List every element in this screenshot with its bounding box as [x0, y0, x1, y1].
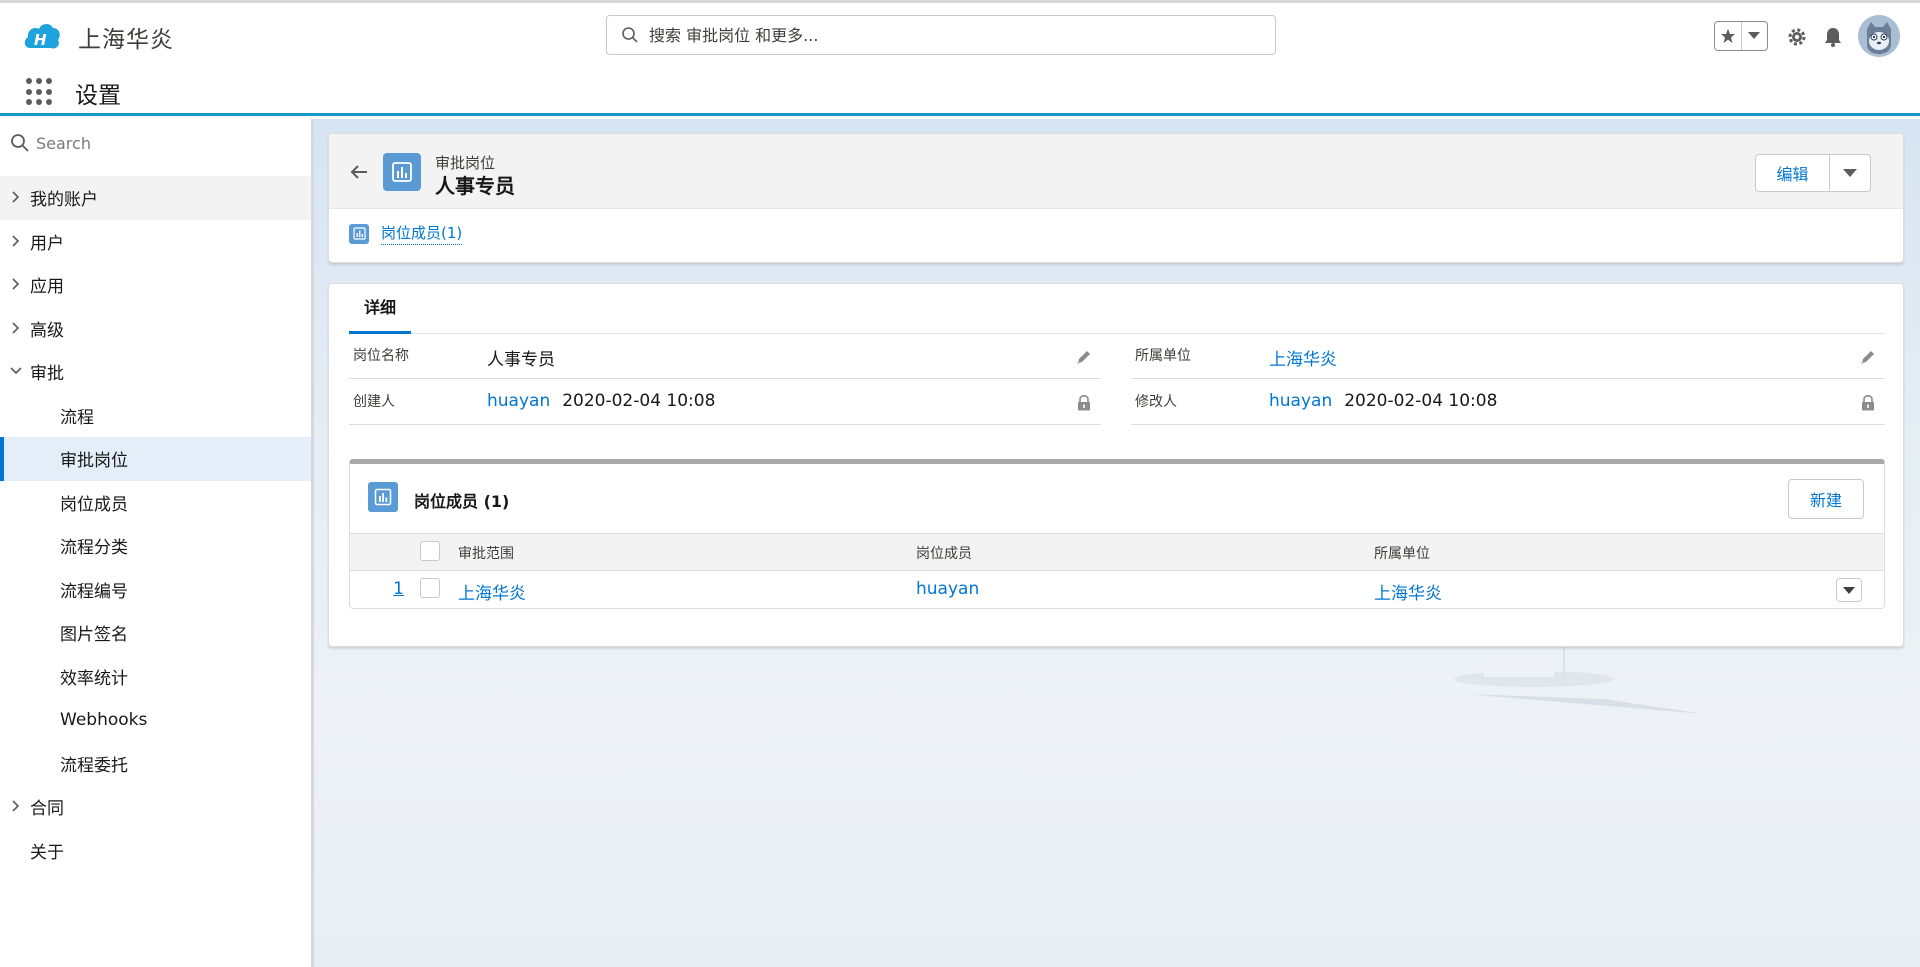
field-modified-by: 修改人 huayan 2020-02-04 10:08 — [1131, 380, 1885, 425]
column-header-scope[interactable]: 审批范围 — [458, 543, 514, 563]
brand-name: 上海华炎 — [78, 27, 174, 53]
sidebar-item-process-number[interactable]: 流程编号 — [0, 568, 311, 612]
cell-unit-link[interactable]: 上海华炎 — [1374, 579, 1442, 604]
cell-scope-link[interactable]: 上海华炎 — [458, 579, 526, 604]
record-header: 审批岗位 人事专员 编辑 — [329, 134, 1903, 209]
related-list-position-members: 岗位成员 (1) 新建 审批范围 岗位成员 所属单位 1 上海华炎 huayan… — [349, 459, 1885, 609]
global-header: H 上海华炎 — [0, 3, 1920, 68]
sidebar-item-my-account[interactable]: 我的账户 — [0, 176, 311, 220]
field-position-name: 岗位名称 人事专员 — [349, 334, 1101, 379]
record-detail-card: 详细 岗位名称 人事专员 所属单位 上海华炎 创建人 huayan 2020-0… — [328, 283, 1904, 647]
gear-icon — [1788, 28, 1806, 46]
record-actions: 编辑 — [1755, 154, 1871, 192]
sidebar-item-approval-position[interactable]: 审批岗位 — [0, 437, 311, 481]
record-header-card: 审批岗位 人事专员 编辑 岗位成员(1) — [328, 133, 1904, 263]
app-nav-bar: 设置 — [0, 68, 1920, 116]
field-unit: 所属单位 上海华炎 — [1131, 334, 1885, 379]
modified-by-user-link[interactable]: huayan — [1269, 391, 1332, 411]
edit-button[interactable]: 编辑 — [1756, 155, 1830, 191]
sidebar-item-process[interactable]: 流程 — [0, 394, 311, 438]
sidebar-item-contract[interactable]: 合同 — [0, 785, 311, 829]
sidebar-item-image-signature[interactable]: 图片签名 — [0, 611, 311, 655]
bar-chart-icon — [368, 482, 398, 512]
user-avatar[interactable] — [1858, 15, 1900, 57]
tab-bar: 详细 — [349, 284, 1885, 334]
sidebar-item-about[interactable]: 关于 — [0, 829, 311, 873]
chevron-right-icon — [12, 321, 20, 334]
lock-icon — [1078, 394, 1090, 411]
bar-chart-icon — [349, 223, 369, 244]
setup-sidebar: 我的账户 用户 应用 高级 审批 流程 审批岗位 岗位成员 流程分类 — [0, 119, 314, 967]
sidebar-item-efficiency-stats[interactable]: 效率统计 — [0, 655, 311, 699]
caret-down-icon — [1843, 169, 1857, 177]
sidebar-item-process-category[interactable]: 流程分类 — [0, 524, 311, 568]
pencil-icon[interactable] — [1075, 348, 1093, 366]
chevron-right-icon — [12, 800, 20, 812]
app-launcher-icon[interactable] — [26, 78, 54, 106]
row-checkbox[interactable] — [420, 578, 440, 598]
bar-chart-icon — [392, 162, 412, 182]
setup-gear-button[interactable] — [1784, 24, 1810, 50]
field-created-by: 创建人 huayan 2020-02-04 10:08 — [349, 380, 1101, 425]
modified-time: 2020-02-04 10:08 — [1344, 391, 1498, 411]
created-by-user-link[interactable]: huayan — [487, 391, 550, 411]
chevron-right-icon — [12, 234, 20, 247]
more-actions-button[interactable] — [1830, 155, 1870, 191]
created-time: 2020-02-04 10:08 — [562, 391, 716, 411]
row-number-link[interactable]: 1 — [390, 579, 404, 599]
related-link-position-members[interactable]: 岗位成员(1) — [349, 222, 463, 245]
related-list-title: 岗位成员 (1) — [414, 492, 510, 511]
lock-icon — [1862, 394, 1874, 411]
sidebar-search-input[interactable] — [36, 133, 296, 153]
sidebar-nav-list: 我的账户 用户 应用 高级 审批 流程 审批岗位 岗位成员 流程分类 流程编号 … — [0, 176, 311, 872]
sidebar-item-approval[interactable]: 审批 — [0, 350, 311, 394]
related-link-label: 岗位成员(1) — [381, 222, 463, 245]
record-object-icon — [383, 153, 421, 191]
new-button[interactable]: 新建 — [1788, 479, 1864, 519]
select-all-checkbox[interactable] — [420, 541, 440, 561]
pencil-icon[interactable] — [1859, 348, 1877, 366]
record-title: 人事专员 — [435, 174, 515, 198]
row-actions-button[interactable] — [1836, 578, 1862, 602]
sidebar-item-advanced[interactable]: 高级 — [0, 307, 311, 351]
star-icon — [1720, 29, 1735, 43]
cell-member-link[interactable]: huayan — [916, 579, 979, 599]
sidebar-item-apps[interactable]: 应用 — [0, 263, 311, 307]
favorites-star-button[interactable] — [1715, 22, 1742, 50]
back-arrow-icon[interactable] — [349, 162, 369, 182]
svg-text:H: H — [34, 31, 47, 49]
notifications-button[interactable] — [1820, 24, 1846, 50]
unit-link[interactable]: 上海华炎 — [1269, 345, 1337, 370]
caret-down-icon — [1748, 32, 1761, 39]
caret-down-icon — [1843, 586, 1855, 594]
bell-icon — [1825, 28, 1841, 47]
avatar-cat-icon — [1858, 15, 1900, 57]
column-header-unit[interactable]: 所属单位 — [1374, 543, 1430, 563]
app-title: 设置 — [75, 83, 121, 109]
table-header: 审批范围 岗位成员 所属单位 — [350, 533, 1884, 571]
search-icon — [11, 134, 29, 152]
chevron-right-icon — [12, 191, 20, 203]
sidebar-item-users[interactable]: 用户 — [0, 220, 311, 264]
search-icon — [622, 27, 638, 43]
tab-details[interactable]: 详细 — [349, 298, 411, 334]
sidebar-item-process-delegation[interactable]: 流程委托 — [0, 742, 311, 786]
main-content: 审批岗位 人事专员 编辑 岗位成员(1) 详细 岗位名称 人事专员 所属单位 上… — [314, 119, 1920, 967]
table-row: 1 上海华炎 huayan 上海华炎 — [350, 571, 1884, 609]
favorites-group — [1714, 21, 1768, 51]
sidebar-item-webhooks[interactable]: Webhooks — [0, 698, 311, 742]
global-search-input[interactable] — [649, 25, 1249, 45]
global-search[interactable] — [606, 15, 1276, 55]
background-sailboat-decoration — [1454, 639, 1704, 714]
chevron-down-icon — [10, 367, 22, 375]
sidebar-item-position-members[interactable]: 岗位成员 — [0, 481, 311, 525]
favorites-dropdown-button[interactable] — [1742, 22, 1768, 50]
cloud-logo-icon: H — [24, 23, 60, 49]
brand-logo[interactable]: H 上海华炎 — [22, 18, 174, 56]
sidebar-search[interactable] — [10, 133, 296, 153]
chevron-right-icon — [12, 278, 20, 290]
column-header-member[interactable]: 岗位成员 — [916, 543, 972, 563]
